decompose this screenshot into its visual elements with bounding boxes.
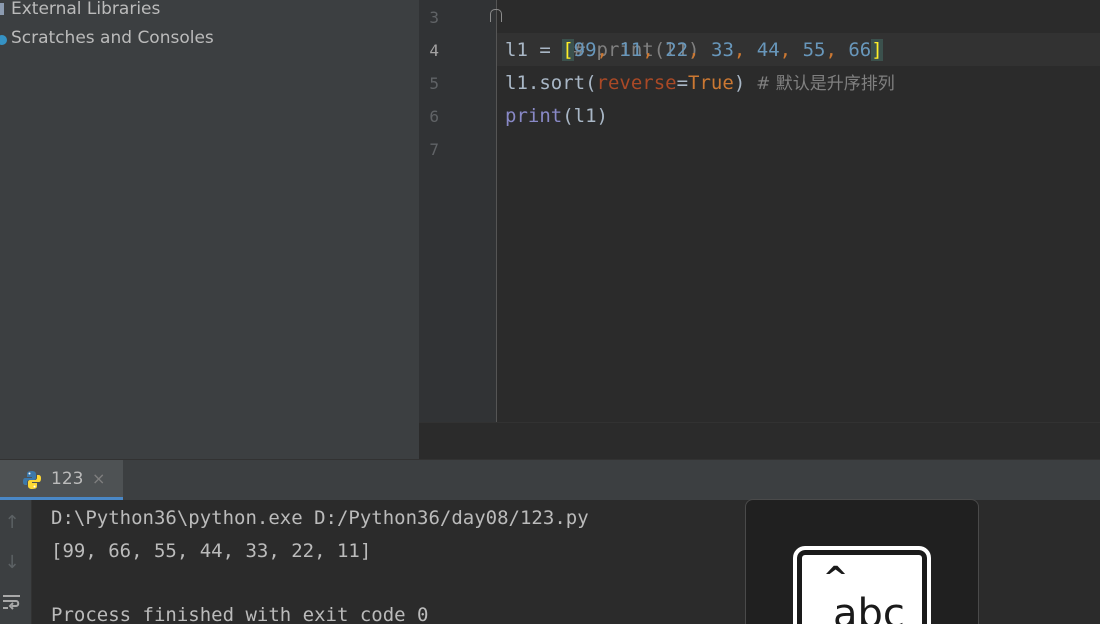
line-number: 3 — [429, 8, 439, 27]
code-line-6: print(l1) — [505, 100, 608, 133]
run-tool-window-header: 123 × — [0, 459, 1100, 500]
line-number: 6 — [429, 107, 439, 126]
number-token: 22 — [665, 39, 689, 61]
variable-token: l1 = — [505, 39, 563, 61]
gutter-separator — [496, 0, 497, 422]
separator-token: , — [642, 39, 666, 61]
console-line: [99, 66, 55, 44, 33, 22, 11] — [51, 540, 372, 562]
tree-item-external-libraries[interactable]: External Libraries — [0, 0, 160, 20]
param-token: reverse — [596, 72, 677, 94]
run-toolbar: ↑ ↓ — [0, 500, 32, 624]
keyword-token: True — [688, 72, 734, 94]
separator-token: , — [825, 39, 849, 61]
editor-breadcrumb-bar — [419, 422, 1100, 460]
tree-item-label: External Libraries — [11, 0, 161, 19]
line-number: 5 — [429, 74, 439, 93]
scratches-icon — [0, 35, 7, 45]
line-number-current: 4 — [429, 41, 439, 60]
args-token: (l1) — [562, 105, 608, 127]
number-token: 11 — [619, 39, 643, 61]
caret-glyph: ^ — [823, 561, 849, 596]
keyboard-key-icon: ^ abc — [793, 546, 931, 624]
number-token: 66 — [848, 39, 872, 61]
close-icon[interactable]: × — [92, 469, 105, 488]
call-token: l1.sort( — [505, 72, 597, 94]
project-panel: External Libraries Scratches and Console… — [0, 0, 419, 459]
builtin-token: print — [505, 105, 563, 127]
input-method-popup: ^ abc — [745, 499, 979, 624]
separator-token: , — [733, 39, 757, 61]
bracket-token: ] — [871, 39, 883, 61]
fold-marker-icon[interactable] — [490, 9, 502, 22]
number-token: 44 — [756, 39, 780, 61]
number-token: 33 — [711, 39, 734, 61]
comment-token: # 默认是升序排列 — [745, 74, 895, 94]
number-token: 55 — [802, 39, 826, 61]
tree-item-label: Scratches and Consoles — [11, 28, 214, 48]
line-number: 7 — [429, 140, 439, 159]
input-mode-label: abc — [833, 591, 905, 624]
down-arrow-icon[interactable]: ↓ — [2, 552, 22, 573]
code-line-3: # print(l1) — [505, 1, 700, 61]
separator-token: , — [688, 39, 711, 61]
paren-token: ) — [733, 72, 746, 94]
operator-token: = — [676, 72, 689, 94]
code-line-5: l1.sort(reverse=True) # 默认是升序排列 — [505, 67, 895, 100]
code-line-4: l1 = [99, 11, 22, 33, 44, 55, 66] — [505, 34, 883, 67]
library-icon — [0, 3, 4, 15]
separator-token: , — [596, 39, 620, 61]
ide-window: External Libraries Scratches and Console… — [0, 0, 1100, 624]
code-editor[interactable]: 3 4 5 6 7 # print(l1) l1 = [99, 11, 22, … — [419, 0, 1100, 460]
soft-wrap-icon[interactable] — [2, 592, 22, 612]
run-tab-label: 123 — [51, 469, 84, 489]
tree-item-scratches[interactable]: Scratches and Consoles — [0, 27, 214, 49]
number-token: 99 — [573, 39, 597, 61]
python-icon — [23, 471, 41, 489]
console-line: D:\Python36\python.exe D:/Python36/day08… — [51, 507, 589, 529]
up-arrow-icon[interactable]: ↑ — [2, 512, 22, 533]
separator-token: , — [779, 39, 803, 61]
key-face: ^ abc — [803, 556, 921, 624]
run-tab[interactable]: 123 × — [0, 460, 123, 500]
console-line: Process finished with exit code 0 — [51, 604, 429, 624]
bracket-token: [ — [562, 39, 574, 61]
